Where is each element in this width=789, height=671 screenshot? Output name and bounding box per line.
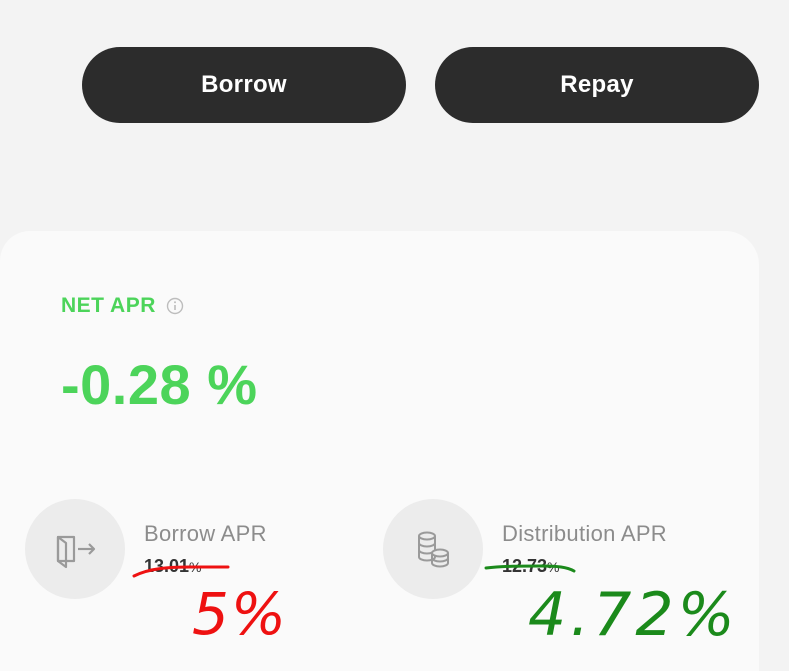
exit-door-icon: [56, 535, 96, 569]
borrow-apr-new-value: 5%: [192, 580, 289, 648]
coins-stack-icon: [418, 531, 449, 568]
borrow-button[interactable]: Borrow: [82, 47, 406, 123]
borrow-strikethrough-scribble: [132, 565, 230, 578]
distribution-strikethrough-scribble: [484, 564, 576, 573]
distribution-apr-new-value: 4.72%: [528, 580, 739, 650]
distribution-icon-circle: [383, 499, 483, 599]
info-icon[interactable]: [166, 297, 184, 315]
net-apr-label: NET APR: [61, 294, 156, 317]
net-apr-heading: NET APR: [61, 294, 184, 318]
borrow-apr-title: Borrow APR: [144, 521, 267, 546]
distribution-apr-title: Distribution APR: [502, 521, 667, 546]
borrow-icon-circle: [25, 499, 125, 599]
net-apr-value: -0.28 %: [61, 353, 258, 416]
repay-button[interactable]: Repay: [435, 47, 759, 123]
